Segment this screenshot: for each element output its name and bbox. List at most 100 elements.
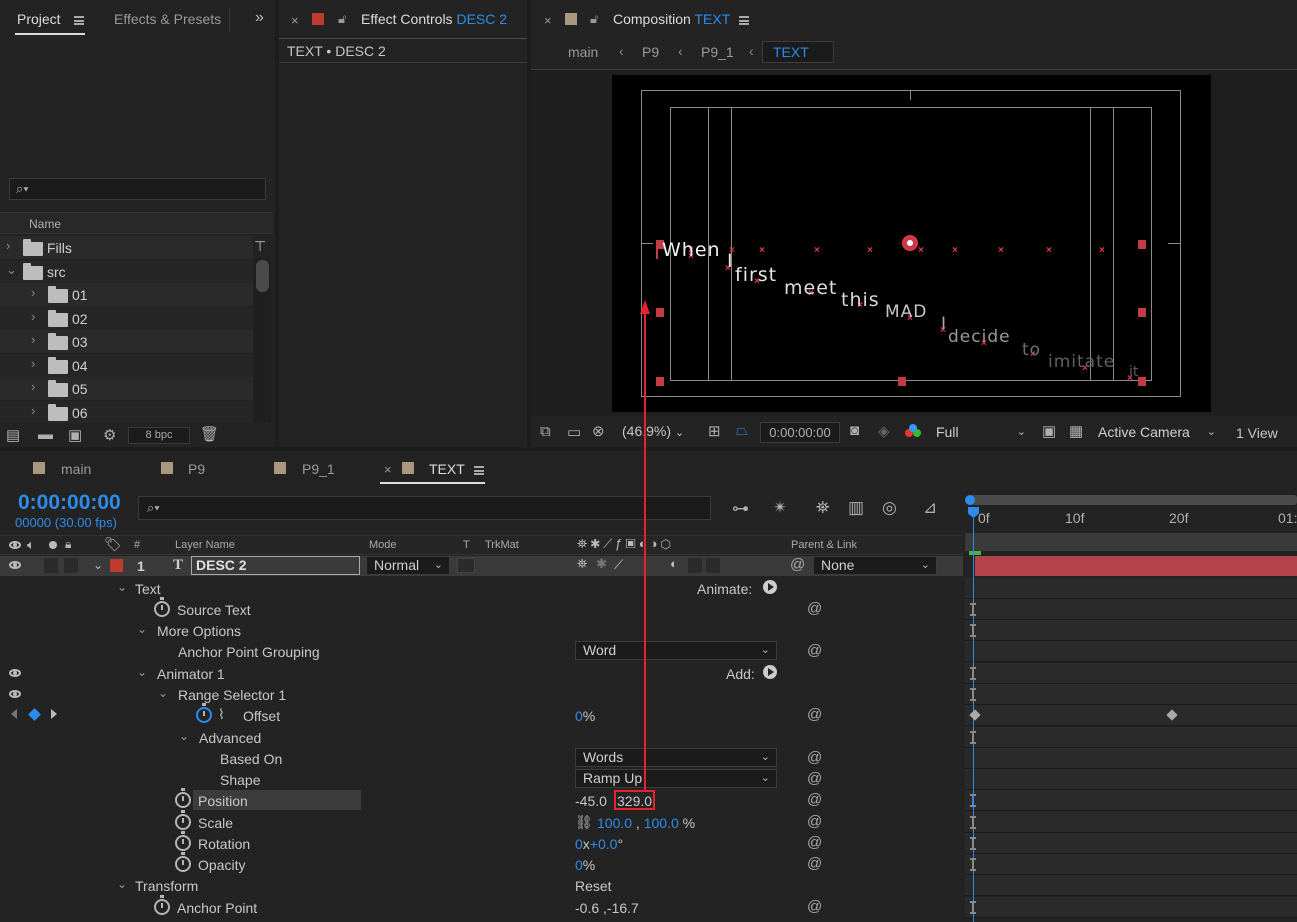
- switch-quality-icon[interactable]: ⟋: [614, 557, 623, 573]
- layer-handle[interactable]: [1138, 240, 1146, 249]
- close-icon[interactable]: ×: [291, 13, 299, 28]
- reset-link[interactable]: Reset: [575, 878, 612, 894]
- viewer-timecode[interactable]: 0:00:00:00: [760, 422, 840, 443]
- interpret-footage-icon[interactable]: ▤: [6, 426, 20, 444]
- view-layout-dropdown[interactable]: 1 View: [1236, 425, 1278, 441]
- scale-value[interactable]: 100.0 , 100.0 %: [597, 815, 695, 831]
- layer-handle[interactable]: [1138, 377, 1146, 386]
- fit-icon[interactable]: ⊞: [708, 422, 721, 440]
- switch-collapse-icon[interactable]: ✱: [596, 556, 607, 572]
- column-name[interactable]: Name: [29, 217, 61, 231]
- frame-blending-icon[interactable]: ▥: [848, 498, 864, 518]
- label-icon[interactable]: 🏷︎: [104, 536, 122, 553]
- mode-dropdown[interactable]: Normal ⌄: [366, 556, 450, 575]
- show-snapshot-icon[interactable]: ◈: [878, 422, 890, 440]
- prop-advanced[interactable]: Advanced: [199, 730, 261, 746]
- channel-icon[interactable]: [905, 424, 921, 440]
- project-item[interactable]: › Fills: [0, 236, 253, 259]
- pick-whip-icon[interactable]: @: [807, 791, 822, 808]
- track-row[interactable]: [965, 833, 1297, 854]
- pick-whip-icon[interactable]: @: [807, 749, 822, 766]
- prop-offset[interactable]: Offset: [243, 708, 280, 724]
- snapshot-icon[interactable]: ◙: [850, 422, 859, 439]
- track-row[interactable]: [965, 875, 1297, 896]
- close-icon[interactable]: ×: [384, 462, 392, 477]
- layer-row[interactable]: ⌄ 1 T DESC 2 Normal ⌄ ⛯ ✱ ⟋ ◐ @ None ⌄: [0, 556, 963, 576]
- panel-menu-icon[interactable]: [74, 16, 84, 25]
- track-row[interactable]: [965, 663, 1297, 684]
- region-of-interest-icon[interactable]: ▣: [1042, 422, 1056, 440]
- anchor-point-value[interactable]: -0.6 ,-16.7: [575, 900, 639, 916]
- tab-effects-presets[interactable]: Effects & Presets: [114, 11, 221, 27]
- tab-main[interactable]: main: [61, 461, 91, 477]
- new-folder-icon[interactable]: ▬: [38, 426, 53, 443]
- offset-value[interactable]: 0%: [575, 708, 595, 724]
- work-area-bar[interactable]: [969, 495, 1297, 505]
- track-row[interactable]: [965, 854, 1297, 875]
- prop-text[interactable]: Text: [135, 581, 161, 597]
- based-on-dropdown[interactable]: Words ⌄: [575, 748, 777, 767]
- track-row[interactable]: [965, 727, 1297, 748]
- prop-source-text[interactable]: Source Text: [177, 602, 251, 618]
- track-row[interactable]: [965, 812, 1297, 833]
- track-row[interactable]: [965, 578, 1297, 599]
- comp-flowchart-icon[interactable]: ⊶: [732, 499, 749, 519]
- layer-label-swatch[interactable]: [110, 559, 123, 572]
- chevron-right-icon[interactable]: ›: [31, 356, 35, 371]
- monitor-icon[interactable]: ▭: [567, 423, 581, 441]
- shy-layers-icon[interactable]: ⛯: [816, 498, 830, 518]
- prop-shape[interactable]: Shape: [220, 772, 260, 788]
- always-preview-icon[interactable]: ⧉: [540, 423, 551, 440]
- chevron-right-icon[interactable]: ›: [31, 285, 35, 300]
- prop-range-selector[interactable]: Range Selector 1: [178, 687, 286, 703]
- prop-animator[interactable]: Animator 1: [157, 666, 225, 682]
- track-row[interactable]: [965, 641, 1297, 662]
- track-row[interactable]: [965, 790, 1297, 811]
- tab-effect-controls[interactable]: Effect Controls DESC 2: [361, 11, 507, 27]
- prop-based-on[interactable]: Based On: [220, 751, 282, 767]
- track-row[interactable]: [965, 684, 1297, 705]
- chevron-down-icon[interactable]: ⌄: [93, 558, 103, 572]
- track-row[interactable]: [965, 897, 1297, 918]
- layer-handle[interactable]: [898, 377, 906, 386]
- breadcrumb-p9-1[interactable]: P9_1: [701, 44, 734, 60]
- anchor-point-icon[interactable]: [902, 235, 918, 251]
- vr-goggles-icon[interactable]: ⊗: [592, 422, 605, 440]
- stopwatch-icon[interactable]: [175, 831, 191, 851]
- layer-handle[interactable]: [1138, 308, 1146, 317]
- video-icon[interactable]: [9, 561, 21, 569]
- flowchart-icon[interactable]: ⊤: [254, 238, 266, 255]
- track-row[interactable]: [965, 769, 1297, 790]
- pick-whip-icon[interactable]: @: [807, 642, 822, 659]
- tab-p9-1[interactable]: P9_1: [302, 461, 335, 477]
- new-composition-icon[interactable]: ▣: [68, 426, 82, 444]
- pick-whip-icon[interactable]: @: [807, 770, 822, 787]
- draft-3d-icon[interactable]: ✴: [773, 498, 787, 518]
- prop-anchor-point-grouping[interactable]: Anchor Point Grouping: [178, 644, 320, 660]
- track-row[interactable]: [965, 748, 1297, 769]
- add-menu-icon[interactable]: [763, 665, 777, 679]
- tab-project[interactable]: Project: [17, 11, 61, 27]
- pick-whip-icon[interactable]: @: [807, 834, 822, 851]
- close-icon[interactable]: ×: [544, 13, 552, 28]
- parent-dropdown[interactable]: None ⌄: [813, 556, 937, 575]
- pick-whip-icon[interactable]: @: [807, 600, 822, 617]
- comp-canvas[interactable]: × × × × × × × × × × × × × × × × × × × × …: [612, 75, 1211, 412]
- project-search-input[interactable]: ⌕▾: [9, 178, 266, 200]
- video-icon[interactable]: [9, 669, 21, 677]
- prop-rotation[interactable]: Rotation: [198, 836, 250, 852]
- project-item[interactable]: › 04: [0, 353, 253, 377]
- graph-icon[interactable]: ⌇: [218, 706, 225, 723]
- chevron-right-icon[interactable]: ›: [31, 379, 35, 394]
- project-scrollbar[interactable]: [254, 258, 271, 422]
- chevron-down-icon[interactable]: ⌄: [6, 262, 17, 278]
- panel-menu-icon[interactable]: [474, 466, 484, 475]
- prop-scale[interactable]: Scale: [198, 815, 233, 831]
- solo-icon[interactable]: [49, 541, 57, 549]
- bpc-button[interactable]: 8 bpc: [128, 427, 190, 444]
- switch-adjustment-icon[interactable]: ◐: [670, 556, 678, 571]
- chevron-right-icon[interactable]: ›: [31, 309, 35, 324]
- position-y-value[interactable]: 329.0: [614, 790, 656, 810]
- prop-opacity[interactable]: Opacity: [198, 857, 245, 873]
- column-trkmat[interactable]: TrkMat: [485, 539, 519, 551]
